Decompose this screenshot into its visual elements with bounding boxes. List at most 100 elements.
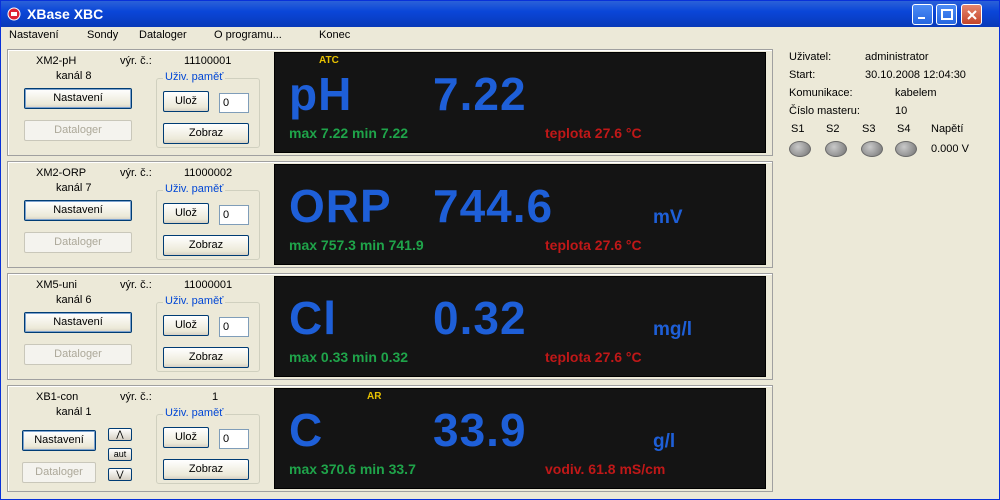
value-unit: mg/l [653, 319, 693, 340]
master-number-label: Číslo masteru: [789, 105, 860, 117]
conductivity-readout: vodiv. 61.8 mS/cm [545, 461, 666, 477]
user-memory-label: Uživ. paměť [163, 295, 226, 307]
probe-name: XM2-pH [36, 55, 77, 67]
sensor-label-s1: S1 [791, 123, 805, 135]
show-button[interactable]: Zobraz [163, 235, 249, 256]
app-window: XBase XBC Nastavení Sondy Dataloger O pr… [0, 0, 1000, 500]
channel-label: kanál 8 [56, 70, 92, 82]
channel-label: kanál 1 [56, 406, 92, 418]
voltage-value: 0.000 V [931, 143, 969, 155]
user-memory-label: Uživ. paměť [163, 183, 226, 195]
user-memory-group: Uživ. paměť Ulož 0 Zobraz [156, 183, 260, 260]
maximize-button[interactable] [936, 4, 957, 25]
datalogger-button[interactable]: Dataloger [22, 462, 96, 483]
master-number-value: 10 [895, 105, 908, 117]
menu-datalogger[interactable]: Dataloger [139, 29, 187, 41]
save-button[interactable]: Ulož [163, 91, 209, 112]
serial-label: výr. č.: [120, 55, 152, 67]
probe-name: XB1-con [36, 391, 79, 403]
save-button[interactable]: Ulož [163, 315, 209, 336]
menu-bar: Nastavení Sondy Dataloger O programu... … [1, 27, 999, 45]
down-arrow-button[interactable]: ⋁ [108, 468, 132, 481]
close-button[interactable] [961, 4, 982, 25]
communication-label: Komunikace: [789, 87, 853, 99]
measured-value: 7.22 [433, 68, 527, 120]
probe-name: XM5-uni [36, 279, 77, 291]
menu-probes[interactable]: Sondy [87, 29, 118, 41]
quantity-label: Cl [289, 292, 337, 344]
serial-label: výr. č.: [120, 167, 152, 179]
serial-value: 1 [212, 391, 219, 403]
user-memory-label: Uživ. paměť [163, 407, 226, 419]
memory-slot-input[interactable]: 0 [219, 93, 249, 113]
temperature-readout: teplota 27.6 °C [545, 125, 642, 141]
sensor-led-s3 [861, 141, 883, 157]
quantity-label: pH [289, 68, 353, 120]
probe-panel: XM2-pH výr. č.: 11100001 kanál 8 Nastave… [7, 49, 773, 156]
show-button[interactable]: Zobraz [163, 347, 249, 368]
measurement-display: ORP 744.6 mV max 757.3 min 741.9 teplota… [274, 164, 766, 265]
title-bar[interactable]: XBase XBC [1, 1, 999, 27]
quantity-label: C [289, 404, 324, 456]
show-button[interactable]: Zobraz [163, 123, 249, 144]
min-max-readout: max 757.3 min 741.9 [289, 237, 424, 253]
min-max-readout: max 7.22 min 7.22 [289, 125, 409, 141]
start-label: Start: [789, 69, 816, 81]
up-arrow-button[interactable]: ⋀ [108, 428, 132, 441]
app-icon [7, 7, 21, 21]
auto-button[interactable]: aut [108, 448, 132, 461]
probe-panel: XM2-ORP výr. č.: 11000002 kanál 7 Nastav… [7, 161, 773, 268]
show-button[interactable]: Zobraz [163, 459, 249, 480]
measured-value: 0.32 [433, 292, 527, 344]
menu-exit[interactable]: Konec [319, 29, 350, 41]
datalogger-button[interactable]: Dataloger [24, 232, 132, 253]
settings-button[interactable]: Nastavení [24, 200, 132, 221]
settings-button[interactable]: Nastavení [24, 88, 132, 109]
temperature-readout: teplota 27.6 °C [545, 349, 642, 365]
sensor-label-s4: S4 [897, 123, 911, 135]
start-value: 30.10.2008 12:04:30 [865, 69, 966, 81]
probe-panel: XM5-uni výr. č.: 11000001 kanál 6 Nastav… [7, 273, 773, 380]
menu-settings[interactable]: Nastavení [9, 29, 59, 41]
datalogger-button[interactable]: Dataloger [24, 344, 132, 365]
save-button[interactable]: Ulož [163, 427, 209, 448]
value-unit: g/l [653, 431, 676, 452]
maximize-icon [941, 9, 953, 20]
temperature-readout: teplota 27.6 °C [545, 237, 642, 253]
measurement-display: Cl 0.32 mg/l max 0.33 min 0.32 teplota 2… [274, 276, 766, 377]
serial-value: 11000002 [184, 167, 233, 179]
serial-value: 11000001 [184, 279, 233, 291]
memory-slot-input[interactable]: 0 [219, 317, 249, 337]
measurement-display: AR C 33.9 g/l max 370.6 min 33.7 vodiv. … [274, 388, 766, 489]
user-label: Uživatel: [789, 51, 832, 63]
quantity-label: ORP [289, 180, 392, 232]
measurement-display: ATC pH 7.22 max 7.22 min 7.22 teplota 27… [274, 52, 766, 153]
user-memory-group: Uživ. paměť Ulož 0 Zobraz [156, 407, 260, 484]
channel-label: kanál 6 [56, 294, 92, 306]
settings-button[interactable]: Nastavení [24, 312, 132, 333]
measured-value: 33.9 [433, 404, 527, 456]
serial-value: 11100001 [184, 55, 232, 67]
min-max-readout: max 0.33 min 0.32 [289, 349, 409, 365]
save-button[interactable]: Ulož [163, 203, 209, 224]
value-unit: mV [653, 207, 683, 228]
user-memory-group: Uživ. paměť Ulož 0 Zobraz [156, 295, 260, 372]
memory-slot-input[interactable]: 0 [219, 205, 249, 225]
sensor-led-s2 [825, 141, 847, 157]
sensor-label-s2: S2 [826, 123, 840, 135]
info-panel: Uživatel: administrator Start: 30.10.200… [785, 47, 993, 495]
min-max-readout: max 370.6 min 33.7 [289, 461, 416, 477]
menu-about[interactable]: O programu... [214, 29, 282, 41]
window-title: XBase XBC [27, 6, 104, 22]
channel-label: kanál 7 [56, 182, 92, 194]
communication-value: kabelem [895, 87, 937, 99]
minimize-button[interactable] [912, 4, 933, 25]
probe-panel: XB1-con výr. č.: 1 kanál 1 Nastavení Dat… [7, 385, 773, 492]
close-icon [967, 10, 977, 20]
memory-slot-input[interactable]: 0 [219, 429, 249, 449]
serial-label: výr. č.: [120, 391, 152, 403]
serial-label: výr. č.: [120, 279, 152, 291]
user-memory-label: Uživ. paměť [163, 71, 226, 83]
settings-button[interactable]: Nastavení [22, 430, 96, 451]
datalogger-button[interactable]: Dataloger [24, 120, 132, 141]
